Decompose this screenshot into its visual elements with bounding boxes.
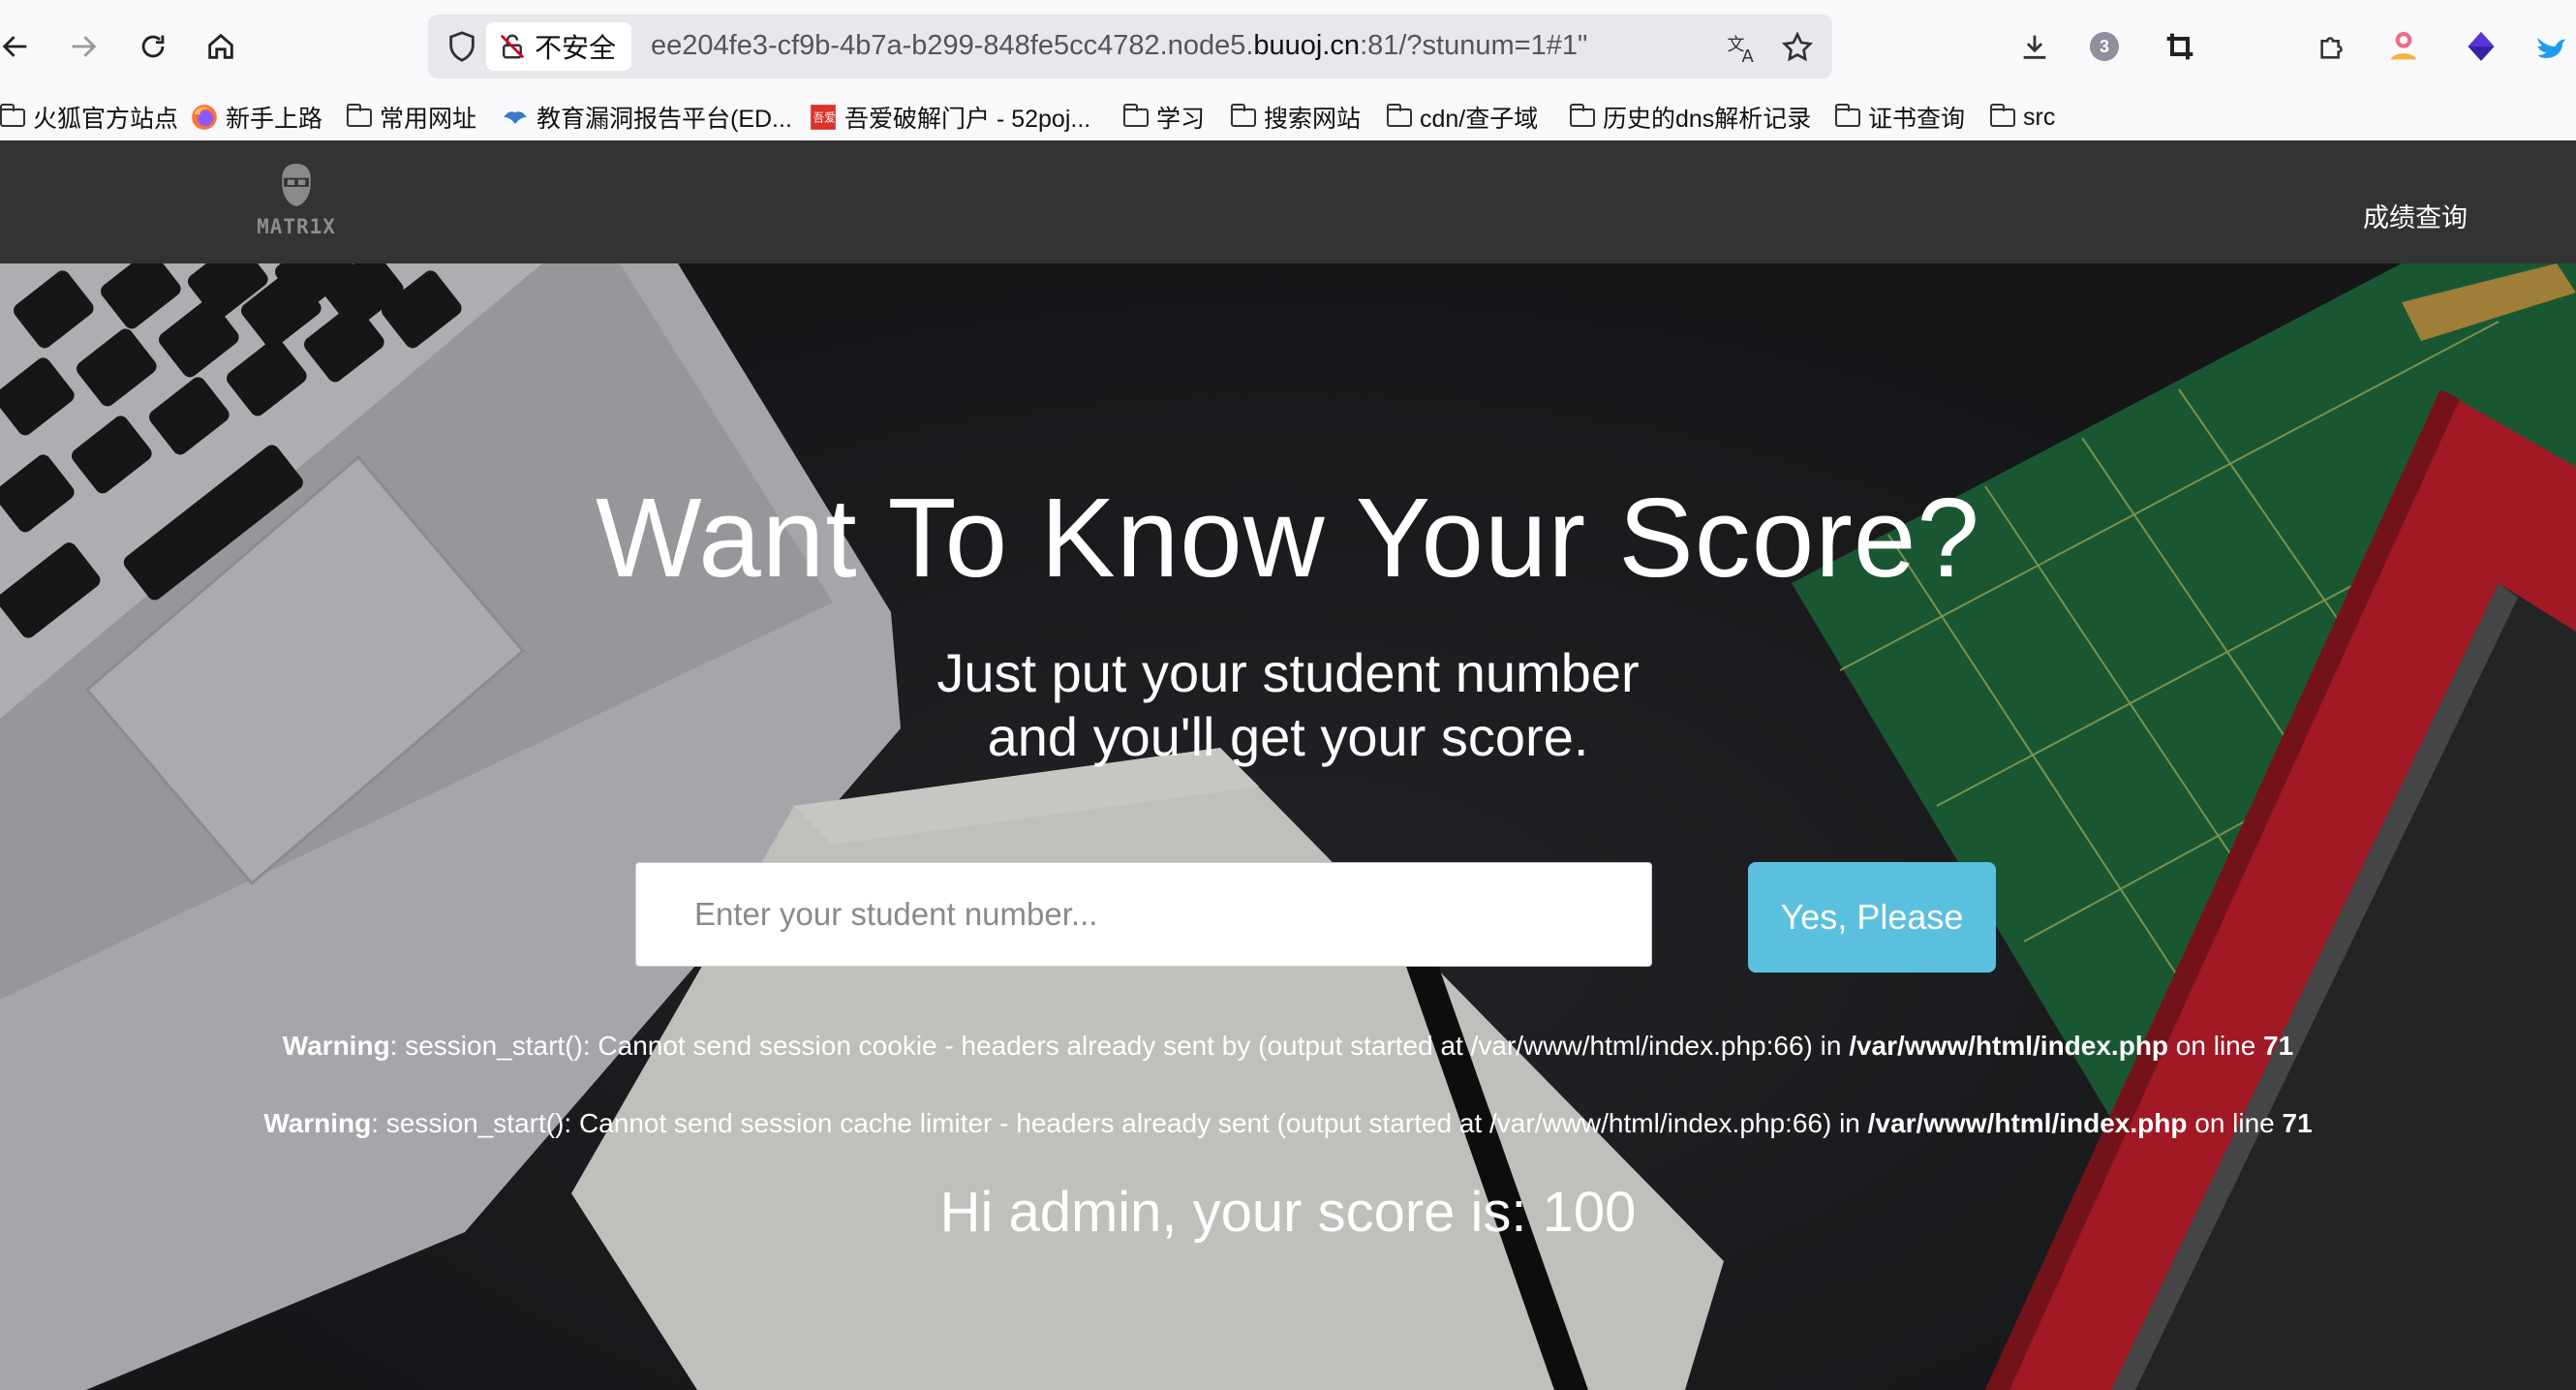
student-number-input[interactable] [635,862,1652,967]
security-label: 不安全 [535,33,617,63]
translate-icon[interactable]: 文A [1726,30,1761,65]
folder-icon [1230,103,1256,127]
folder-icon [1122,103,1149,127]
nav-score-query-link[interactable]: 成绩查询 [2363,197,2468,234]
bookmark-item[interactable]: src [1989,98,2055,137]
bookmark-item[interactable]: 证书查询 [1834,98,1965,137]
bookmark-item[interactable]: 学习 [1122,98,1205,137]
bookmark-item[interactable]: 吾爱 吾爱破解门户 - 52poj... [810,98,1090,137]
folder-icon [1834,103,1860,127]
folder-icon [1386,103,1412,127]
bird-extension-icon[interactable] [2530,25,2572,68]
hero-section: Want To Know Your Score? Just put your s… [0,263,2576,1390]
score-result-text: Hi admin, your score is: 100 [939,1181,1637,1244]
hacker-mask-icon [282,164,311,206]
url-text[interactable]: ee204fe3-cf9b-4b7a-b299-848fe5cc4782.nod… [651,30,1587,62]
purple-gem-extension-icon[interactable] [2460,25,2502,68]
address-bar[interactable]: 不安全 ee204fe3-cf9b-4b7a-b299-848fe5cc4782… [428,15,1832,78]
crop-screenshot-icon[interactable] [2159,25,2201,68]
tracking-shield-icon[interactable] [445,30,478,63]
extension-badge[interactable]: 3 [2083,25,2126,68]
extensions-puzzle-icon[interactable] [2312,25,2354,68]
bookmark-item[interactable]: 历史的dns解析记录 [1569,98,1811,137]
bookmark-item[interactable]: cdn/查子域 [1386,98,1538,137]
edu-src-icon [504,111,527,124]
downloads-icon[interactable] [2013,25,2056,68]
browser-toolbar: 不安全 ee204fe3-cf9b-4b7a-b299-848fe5cc4782… [0,0,2576,94]
svg-text:吾爱: 吾爱 [813,111,836,125]
bookmark-item[interactable]: 新手上路 [191,98,322,137]
insecure-lock-icon [500,34,525,59]
site-navbar: MATR1X 成绩查询 [0,140,2576,263]
bookmark-item[interactable]: 常用网址 [346,98,476,137]
back-arrow-icon[interactable] [0,21,41,72]
hero-subheading: Just put your student number and you'll … [936,642,1640,767]
bookmark-star-icon[interactable] [1780,30,1815,65]
bookmarks-bar: 火狐官方站点 新手上路 常用网址 教育漏洞报告平台(ED... 吾爱 吾爱破解门… [0,94,2576,142]
folder-icon [0,103,25,127]
php-warning-2: Warning: session_start(): Cannot send se… [263,1108,2313,1138]
avatar-extension-icon[interactable] [2382,25,2425,68]
svg-text:A: A [1742,46,1755,65]
bookmark-item[interactable]: 搜索网站 [1230,98,1361,137]
folder-icon [346,103,372,127]
bookmark-item[interactable]: 火狐官方站点 [0,98,178,137]
folder-icon [1569,103,1595,127]
site-security-indicator[interactable]: 不安全 [486,22,632,71]
52pojie-icon: 吾爱 [811,105,836,130]
folder-icon [1989,103,2015,127]
logo-text: MATR1X [257,215,336,238]
submit-button[interactable]: Yes, Please [1748,862,1996,973]
firefox-icon [192,105,217,130]
reload-icon[interactable] [128,21,178,72]
home-icon[interactable] [196,21,246,72]
php-warning-1: Warning: session_start(): Cannot send se… [282,1031,2294,1061]
bookmark-item[interactable]: 教育漏洞报告平台(ED... [502,98,792,137]
hero-heading: Want To Know Your Score? [596,475,1980,601]
site-logo[interactable]: MATR1X [252,162,341,247]
forward-arrow-icon[interactable] [58,21,108,72]
